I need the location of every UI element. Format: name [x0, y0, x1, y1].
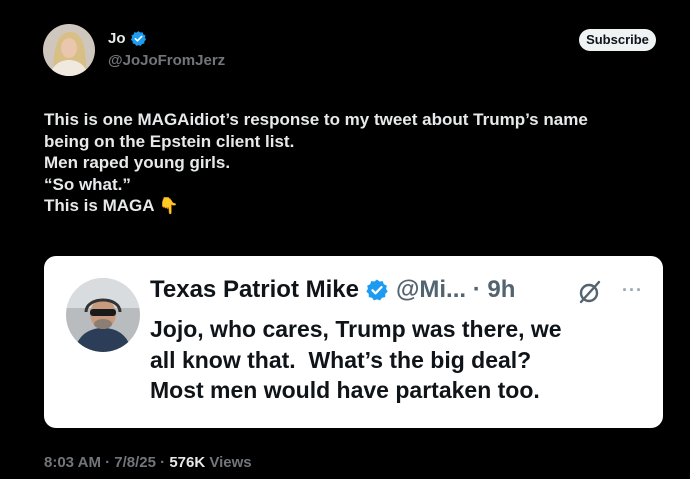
quoted-author-name[interactable]: Texas Patriot Mike: [150, 276, 359, 304]
author-name[interactable]: Jo: [108, 30, 126, 47]
tweet-text: This is one MAGAidiot’s response to my t…: [44, 109, 654, 218]
quoted-line: Jojo, who cares, Trump was there, we: [150, 316, 562, 342]
author-handle[interactable]: @JoJoFromJerz: [108, 52, 225, 69]
top-bar: [0, 0, 690, 8]
tweet-line: “So what.”: [44, 174, 131, 194]
author-name-row[interactable]: Jo: [108, 30, 147, 47]
more-options-icon[interactable]: ···: [622, 280, 643, 301]
tweet-meta: 8:03 AM · 7/8/25 · 576K Views: [44, 454, 252, 471]
author-avatar[interactable]: [43, 24, 95, 76]
quoted-author-avatar[interactable]: [66, 278, 140, 352]
tweet-datetime[interactable]: 8:03 AM · 7/8/25 ·: [44, 454, 169, 471]
quoted-text: Jojo, who cares, Trump was there, we all…: [150, 314, 650, 406]
tweet-line: Men raped young girls.: [44, 153, 231, 172]
subscribe-button[interactable]: Subscribe: [579, 29, 656, 51]
tweet-line: This is MAGA: [44, 196, 155, 215]
grok-icon[interactable]: [577, 279, 603, 305]
verified-badge-icon: [366, 279, 388, 301]
tweet-line: This is one MAGAidiot’s response to my t…: [44, 110, 588, 129]
views-label: Views: [205, 454, 252, 471]
verified-badge-icon: [130, 31, 146, 46]
views-count: 576K: [169, 454, 206, 471]
quoted-header: Texas Patriot Mike @Mi... · 9h: [150, 276, 515, 304]
quoted-tweet-card[interactable]: Texas Patriot Mike @Mi... · 9h ··· Jojo,…: [44, 256, 663, 428]
tweet-line: being on the Epstein client list.: [44, 131, 295, 151]
pointing-down-icon: 👇: [158, 198, 179, 215]
tweet-line-last: This is MAGA 👇: [44, 195, 654, 218]
quoted-line: all know that. What’s the big deal?: [150, 346, 532, 373]
quoted-handle-time[interactable]: @Mi... · 9h: [396, 276, 515, 304]
quoted-line: Most men would have partaken too.: [150, 377, 540, 403]
